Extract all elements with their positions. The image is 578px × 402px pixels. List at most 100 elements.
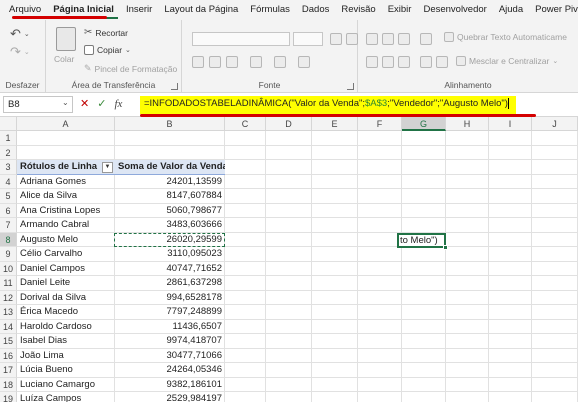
- pivot-row-labels-header[interactable]: Rótulos de Linha: [17, 160, 115, 175]
- column-header-h[interactable]: H: [446, 117, 489, 131]
- pivot-value-cell[interactable]: 994,6528178: [115, 291, 225, 306]
- pivot-row-label[interactable]: João Lima: [17, 349, 115, 364]
- pivot-row-label[interactable]: Érica Macedo: [17, 305, 115, 320]
- row-header-3[interactable]: 3: [0, 160, 17, 175]
- pivot-value-cell[interactable]: 3110,095023: [115, 247, 225, 262]
- font-color-icon[interactable]: [298, 56, 310, 68]
- font-size-select[interactable]: [293, 32, 323, 46]
- copy-button[interactable]: Copiar ⌄: [84, 45, 131, 55]
- cancel-icon[interactable]: ✕: [80, 97, 89, 110]
- row-header-4[interactable]: 4: [0, 174, 17, 189]
- row-header-15[interactable]: 15: [0, 334, 17, 349]
- pivot-value-cell[interactable]: 11436,6507: [115, 320, 225, 335]
- tab-power-pivot[interactable]: Power Pivot: [529, 0, 578, 20]
- pivot-sum-header[interactable]: Soma de Valor da Venda: [115, 160, 225, 175]
- row-header-2[interactable]: 2: [0, 145, 17, 160]
- pivot-value-cell[interactable]: 2861,637298: [115, 276, 225, 291]
- merge-center-button[interactable]: Mesclar e Centralizar ⌄: [456, 56, 558, 66]
- row-header-13[interactable]: 13: [0, 305, 17, 320]
- row-header-5[interactable]: 5: [0, 189, 17, 204]
- fill-color-icon[interactable]: [274, 56, 286, 68]
- align-middle-icon[interactable]: [382, 33, 394, 45]
- column-header-c[interactable]: C: [225, 117, 266, 131]
- undo-button[interactable]: ↶ ⌄: [10, 26, 30, 42]
- tab-dados[interactable]: Dados: [296, 0, 335, 20]
- pivot-row-label[interactable]: Dorival da Silva: [17, 291, 115, 306]
- column-header-i[interactable]: I: [489, 117, 532, 131]
- decrease-font-icon[interactable]: [346, 33, 358, 45]
- pivot-value-cell[interactable]: 9974,418707: [115, 334, 225, 349]
- filter-dropdown-icon[interactable]: ▼: [102, 162, 113, 173]
- pivot-row-label[interactable]: Daniel Leite: [17, 276, 115, 291]
- row-header-7[interactable]: 7: [0, 218, 17, 233]
- row-header-16[interactable]: 16: [0, 348, 17, 363]
- pivot-value-cell[interactable]: 9382,186101: [115, 378, 225, 393]
- row-header-14[interactable]: 14: [0, 319, 17, 334]
- font-launcher-icon[interactable]: [347, 83, 354, 90]
- column-header-f[interactable]: F: [358, 117, 402, 131]
- fill-handle[interactable]: [443, 245, 448, 250]
- column-header-j[interactable]: J: [532, 117, 578, 131]
- pivot-value-cell[interactable]: 5060,798677: [115, 204, 225, 219]
- select-all-corner[interactable]: [0, 117, 17, 131]
- pivot-row-label[interactable]: Alice da Silva: [17, 189, 115, 204]
- paste-button[interactable]: Colar: [54, 54, 74, 64]
- cut-button[interactable]: ✂ Recortar: [84, 27, 128, 38]
- pivot-value-cell[interactable]: 7797,248899: [115, 305, 225, 320]
- pivot-value-cell[interactable]: 24264,05346: [115, 363, 225, 378]
- underline-icon[interactable]: [226, 56, 238, 68]
- pivot-row-label[interactable]: Haroldo Cardoso: [17, 320, 115, 335]
- pivot-row-label[interactable]: Célio Carvalho: [17, 247, 115, 262]
- orientation-icon[interactable]: [420, 33, 432, 45]
- tab-desenvolvedor[interactable]: Desenvolvedor: [417, 0, 492, 20]
- pivot-value-cell[interactable]: 30477,71066: [115, 349, 225, 364]
- pivot-value-cell[interactable]: 8147,607884: [115, 189, 225, 204]
- tab-formulas[interactable]: Fórmulas: [244, 0, 296, 20]
- align-bottom-icon[interactable]: [398, 33, 410, 45]
- tab-exibir[interactable]: Exibir: [382, 0, 418, 20]
- row-header-18[interactable]: 18: [0, 377, 17, 392]
- pivot-value-cell[interactable]: 2529,984197: [115, 392, 225, 402]
- row-header-10[interactable]: 10: [0, 261, 17, 276]
- tab-inserir[interactable]: Inserir: [120, 0, 158, 20]
- pivot-value-cell[interactable]: 40747,71652: [115, 262, 225, 277]
- formula-input[interactable]: =INFODADOSTABELADINÂMICA("Valor da Venda…: [144, 98, 509, 109]
- column-header-g[interactable]: G: [402, 117, 446, 131]
- pivot-row-label[interactable]: Luciano Camargo: [17, 378, 115, 393]
- redo-button[interactable]: ↷ ⌄: [10, 44, 30, 60]
- pivot-row-label[interactable]: Armando Cabral: [17, 218, 115, 233]
- pivot-row-label[interactable]: Augusto Melo: [17, 233, 115, 248]
- row-header-19[interactable]: 19: [0, 392, 17, 402]
- pivot-row-label[interactable]: Luíza Campos: [17, 392, 115, 402]
- align-left-icon[interactable]: [366, 56, 378, 68]
- font-family-select[interactable]: [192, 32, 290, 46]
- row-header-12[interactable]: 12: [0, 290, 17, 305]
- insert-function-icon[interactable]: fx: [114, 98, 122, 110]
- clipboard-launcher-icon[interactable]: [171, 83, 178, 90]
- bold-icon[interactable]: [192, 56, 204, 68]
- chevron-down-icon[interactable]: ⌄: [62, 98, 69, 107]
- row-header-17[interactable]: 17: [0, 363, 17, 378]
- pivot-value-cell[interactable]: 24201,13599: [115, 175, 225, 190]
- row-header-6[interactable]: 6: [0, 203, 17, 218]
- column-header-b[interactable]: B: [115, 117, 225, 131]
- align-right-icon[interactable]: [398, 56, 410, 68]
- wrap-text-button[interactable]: Quebrar Texto Automaticame: [444, 32, 567, 42]
- column-header-d[interactable]: D: [266, 117, 312, 131]
- row-header-9[interactable]: 9: [0, 247, 17, 262]
- column-header-a[interactable]: A: [17, 117, 115, 131]
- increase-indent-icon[interactable]: [436, 56, 448, 68]
- tab-revisao[interactable]: Revisão: [335, 0, 381, 20]
- column-header-e[interactable]: E: [312, 117, 358, 131]
- pivot-row-label[interactable]: Daniel Campos: [17, 262, 115, 277]
- row-header-11[interactable]: 11: [0, 276, 17, 291]
- italic-icon[interactable]: [209, 56, 221, 68]
- pivot-row-label[interactable]: Adriana Gomes: [17, 175, 115, 190]
- align-top-icon[interactable]: [366, 33, 378, 45]
- format-painter-button[interactable]: ✎ Pincel de Formatação: [84, 63, 177, 74]
- row-header-1[interactable]: 1: [0, 131, 17, 146]
- pivot-row-label[interactable]: Lúcia Bueno: [17, 363, 115, 378]
- pivot-row-label[interactable]: Ana Cristina Lopes: [17, 204, 115, 219]
- decrease-indent-icon[interactable]: [420, 56, 432, 68]
- row-header-8[interactable]: 8: [0, 232, 17, 247]
